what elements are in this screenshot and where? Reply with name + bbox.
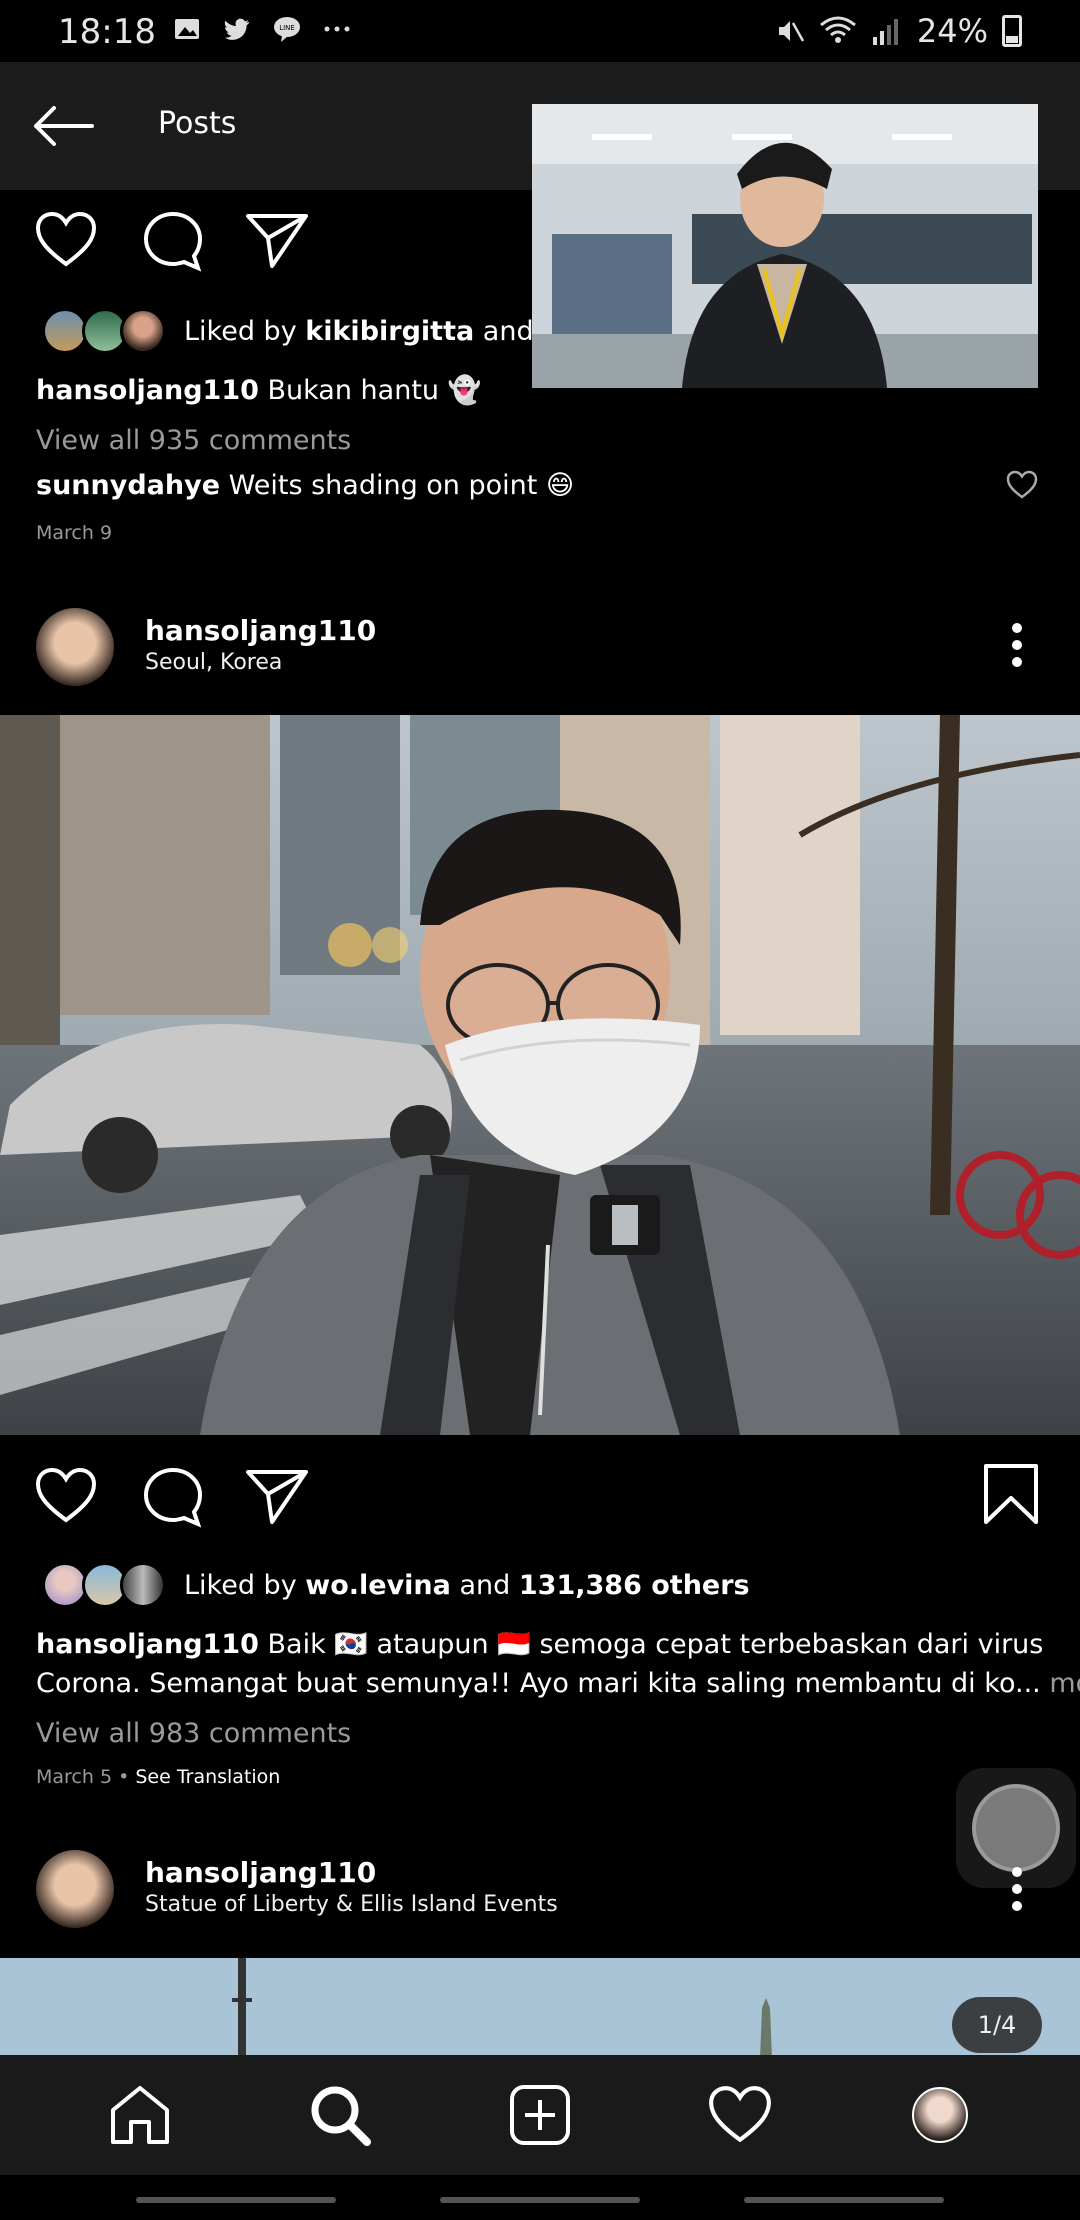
post-photo[interactable]: [0, 715, 1080, 1435]
liked-by-others-link[interactable]: 131,386 others: [519, 1570, 750, 1601]
twitter-icon: [224, 18, 249, 40]
caption-username[interactable]: hansoljang110: [36, 1629, 259, 1660]
post-location[interactable]: Seoul, Korea: [145, 650, 282, 675]
gesture-hint-home[interactable]: [440, 2197, 640, 2203]
like-heart-icon[interactable]: [34, 210, 98, 270]
post-options-menu-icon[interactable]: [1002, 622, 1032, 672]
see-translation-link[interactable]: See Translation: [135, 1766, 280, 1788]
battery-percentage: 24%: [916, 12, 988, 50]
nav-add-post[interactable]: [502, 2077, 578, 2153]
share-send-icon[interactable]: [244, 1466, 310, 1526]
floating-button-circle: [972, 1784, 1060, 1872]
liker-avatar: [120, 308, 166, 354]
pip-video-frame: [532, 104, 1038, 388]
post-location[interactable]: Statue of Liberty & Ellis Island Events: [145, 1892, 558, 1917]
comment-preview: sunnydahye Weits shading on point 😄: [36, 470, 575, 501]
post-author-username[interactable]: hansoljang110: [145, 1856, 376, 1889]
status-system-icons: 24%: [773, 12, 1022, 50]
nav-search[interactable]: [302, 2077, 378, 2153]
post-caption: hansoljang110 Bukan hantu 👻: [36, 375, 482, 406]
back-arrow-icon[interactable]: [28, 98, 98, 154]
view-all-comments-link[interactable]: View all 935 comments: [36, 425, 351, 456]
liked-by-text: Liked by wo.levina and 131,386 others: [184, 1570, 750, 1601]
pip-video-player[interactable]: [532, 104, 1038, 388]
gesture-navigation-bar: [0, 2175, 1080, 2220]
status-bar: 18:18 LINE 24%: [0, 0, 1080, 62]
post-date: March 5: [36, 1766, 113, 1788]
post-author-username[interactable]: hansoljang110: [145, 614, 376, 647]
carousel-page-indicator: 1/4: [952, 1997, 1042, 2053]
line-icon: LINE: [274, 17, 300, 42]
profile-avatar: [912, 2087, 968, 2143]
liked-by-user-link[interactable]: wo.levina: [305, 1570, 451, 1601]
caption-username[interactable]: hansoljang110: [36, 375, 259, 406]
view-all-comments-link[interactable]: View all 983 comments: [36, 1718, 351, 1749]
liked-by-user-link[interactable]: kikibirgitta: [305, 316, 474, 347]
post-photo-image: [0, 715, 1080, 1435]
like-heart-icon[interactable]: [34, 1466, 98, 1526]
search-icon: [311, 2086, 371, 2146]
page-title: Posts: [158, 106, 237, 141]
caption-more-link[interactable]: more: [1049, 1668, 1080, 1699]
comment-username[interactable]: sunnydahye: [36, 470, 220, 501]
nav-activity[interactable]: [702, 2077, 778, 2153]
post-date-row: March 5 • See Translation: [36, 1766, 281, 1788]
liker-avatar: [120, 1562, 166, 1608]
comment-bubble-icon[interactable]: [142, 210, 204, 272]
more-dots-icon: [324, 26, 350, 32]
status-notification-icons: LINE: [172, 14, 352, 44]
nav-profile[interactable]: [902, 2077, 978, 2153]
post-options-menu-icon[interactable]: [1002, 1866, 1032, 1916]
status-time: 18:18: [58, 12, 156, 52]
battery-icon: [1002, 15, 1022, 47]
share-send-icon[interactable]: [244, 210, 310, 270]
mute-icon: [778, 21, 804, 42]
bottom-navigation: [0, 2055, 1080, 2175]
signal-icon: [872, 19, 898, 45]
post-photo-image: [0, 1958, 1080, 2058]
gallery-icon: [175, 19, 199, 39]
comment-bubble-icon[interactable]: [142, 1466, 204, 1528]
bookmark-save-icon[interactable]: [982, 1462, 1040, 1526]
post-author-avatar[interactable]: [36, 608, 114, 686]
comment-like-heart-icon[interactable]: [1006, 470, 1038, 500]
add-post-icon: [510, 2085, 570, 2145]
wifi-icon: [819, 16, 856, 43]
post-photo[interactable]: [0, 1958, 1080, 2058]
nav-home[interactable]: [102, 2077, 178, 2153]
gesture-hint-left[interactable]: [136, 2197, 336, 2203]
post-caption-line1: hansoljang110 Baik 🇰🇷 ataupun 🇮🇩 semoga …: [36, 1629, 1044, 1660]
post-date: March 9: [36, 522, 113, 544]
activity-heart-icon: [709, 2086, 771, 2143]
post-caption-line2: Corona. Semangat buat semunya!! Ayo mari…: [36, 1668, 1080, 1699]
svg-text:LINE: LINE: [279, 24, 295, 32]
post-author-avatar[interactable]: [36, 1850, 114, 1928]
liked-by-text: Liked by kikibirgitta and 10: [184, 316, 577, 347]
gesture-hint-right[interactable]: [744, 2197, 944, 2203]
home-icon: [111, 2086, 169, 2144]
